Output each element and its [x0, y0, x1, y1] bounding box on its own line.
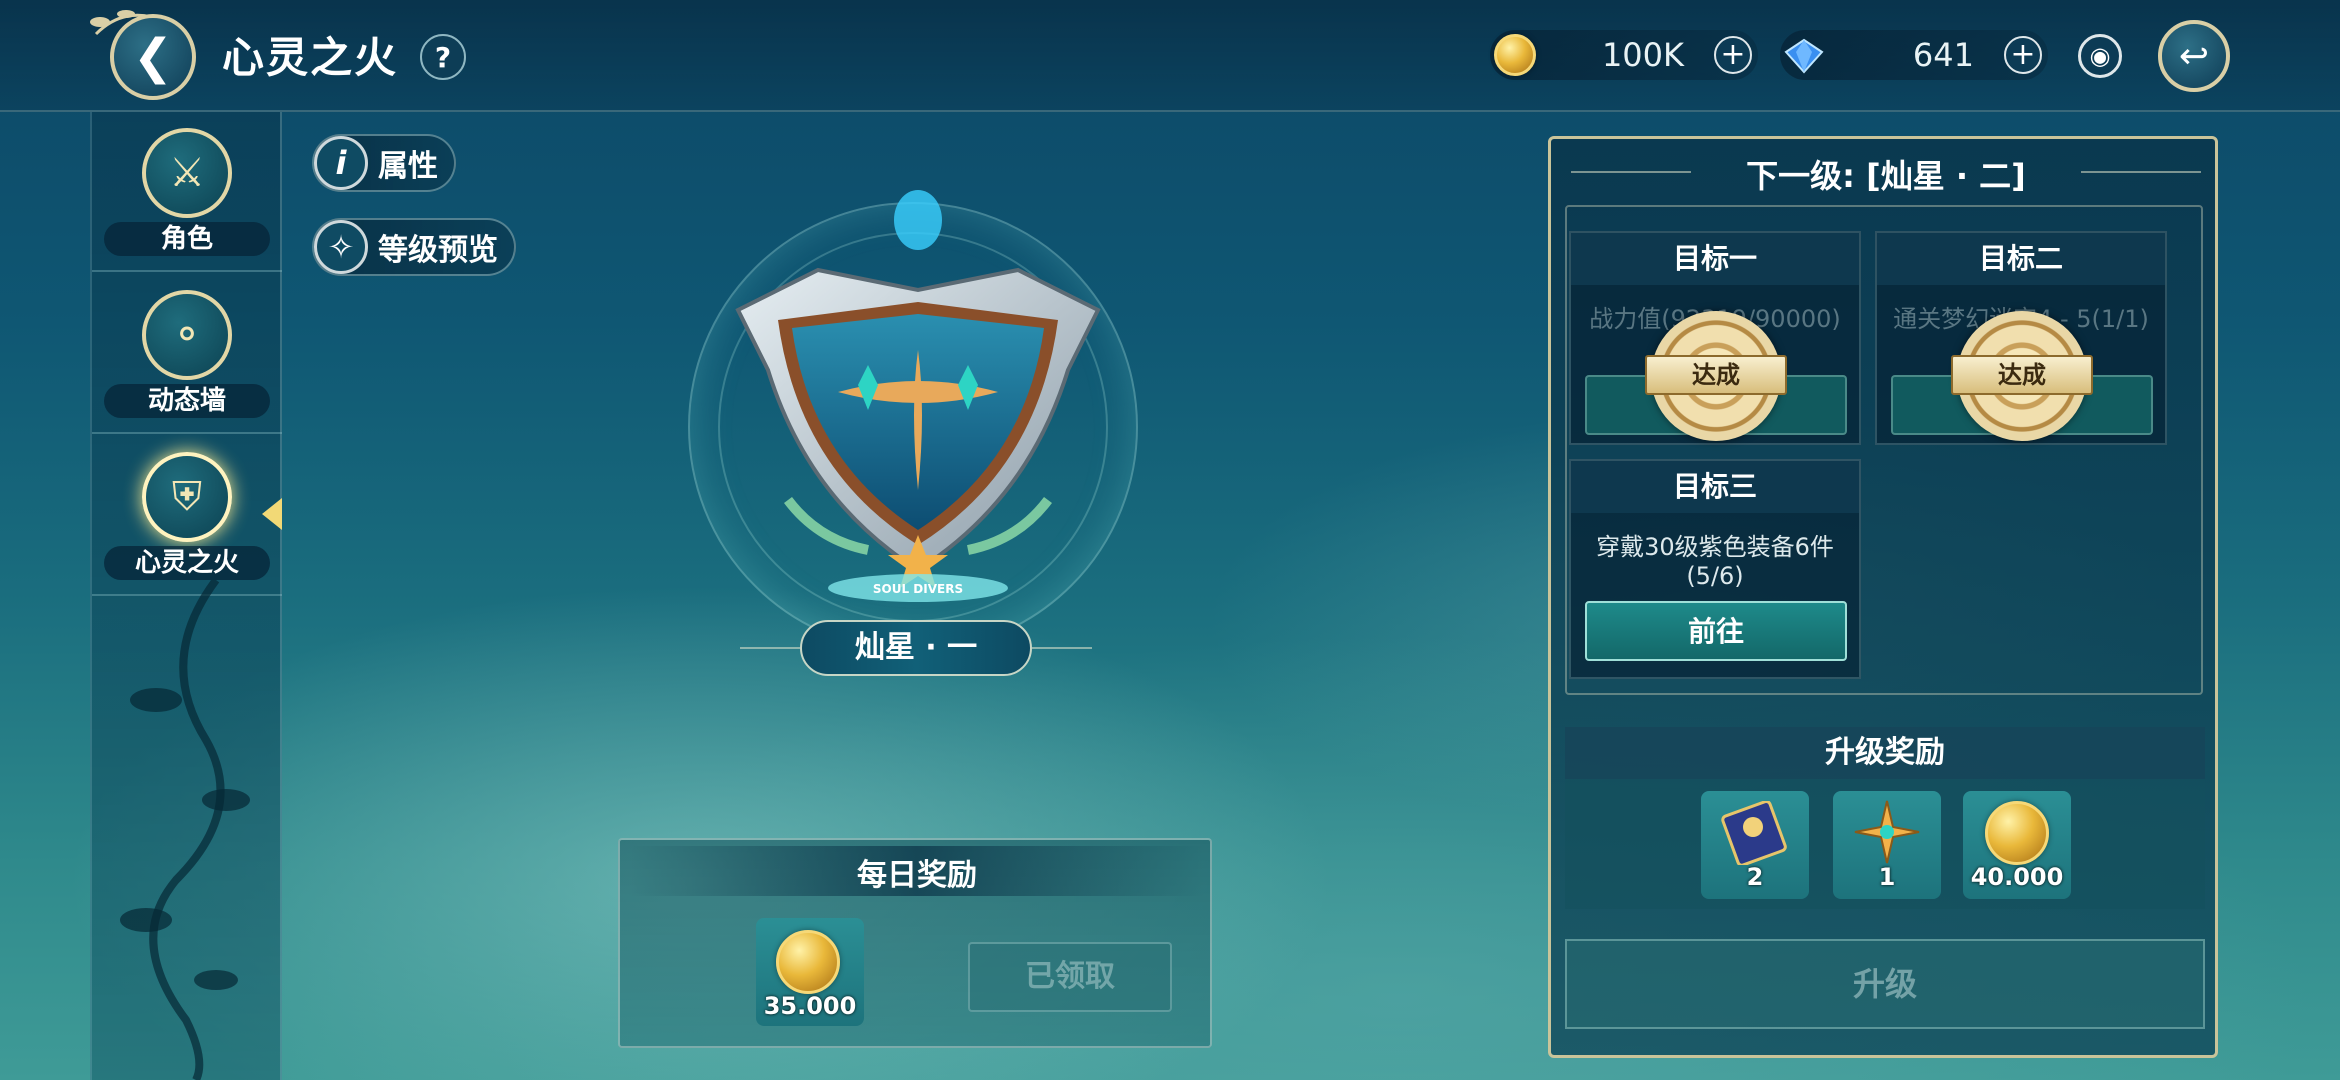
attributes-label: 属性 [378, 149, 438, 184]
goal-title: 目标二 [1877, 233, 2165, 285]
page-title: 心灵之火 [222, 33, 399, 82]
helmet-icon: ⚔ [142, 128, 232, 218]
divider [740, 647, 800, 649]
gem-counter: 641 + [1780, 30, 2048, 80]
upgrade-reward-title: 升级奖励 [1565, 727, 2205, 779]
vine-decoration [120, 580, 250, 1080]
rank-badge-emblem: SOUL DIVERS [735, 190, 1101, 602]
diamond-icon [1784, 38, 1824, 74]
gold-coin-icon [1494, 34, 1536, 76]
reward-item[interactable]: 40.000 [1963, 791, 2071, 899]
gold-amount: 100K [1601, 36, 1684, 74]
back-button[interactable]: ❮ [110, 14, 196, 100]
sidebar-item-label: 角色 [104, 222, 270, 256]
gem-amount: 641 [1912, 36, 1974, 74]
goal-description: 穿戴30级紫色装备6件(5/6) [1596, 533, 1834, 590]
ticket-card-icon [1721, 801, 1787, 865]
sidebar-item-label: 动态墙 [104, 384, 270, 418]
reward-count: 40.000 [1970, 863, 2064, 891]
goal-card: 目标三 穿戴30级紫色装备6件(5/6) 前往 [1569, 459, 1861, 679]
stamp-label: 达成 [1951, 355, 2093, 395]
shield-crest-icon: ⛨ [142, 452, 232, 542]
compass-icon: ✧ [314, 220, 368, 274]
goal-card: 目标二 通关梦幻迷宫4 - 5(1/1) 达成 [1875, 231, 2167, 445]
daily-reward-item[interactable]: 35.000 [756, 918, 864, 1026]
sidebar-item-character[interactable]: ⚔ 角色 [92, 112, 282, 272]
add-gold-button[interactable]: + [1714, 36, 1752, 74]
achieved-stamp-icon: 达成 [1645, 311, 1787, 441]
claimed-button[interactable]: 已领取 [968, 942, 1172, 1012]
sidebar-item-feed[interactable]: ⚬ 动态墙 [92, 274, 282, 434]
level-preview-button[interactable]: ✧ 等级预览 [312, 218, 516, 276]
gold-counter: 100K + [1490, 30, 1758, 80]
next-level-panel: 下一级: [灿星 · 二] 目标一 战力值(92319/90000) 达成 目标… [1548, 136, 2218, 1058]
badge-emblem-text: SOUL DIVERS [873, 582, 963, 596]
next-level-title: 下一级: [灿星 · 二] [1746, 157, 2026, 195]
divider [1032, 647, 1092, 649]
reward-count: 1 [1878, 863, 1896, 891]
goal-title: 目标三 [1571, 461, 1859, 513]
gold-coin-icon [1985, 801, 2049, 865]
goal-title: 目标一 [1571, 233, 1859, 285]
sidebar-item-label: 心灵之火 [104, 546, 270, 580]
record-icon[interactable]: ◉ [2078, 34, 2122, 78]
go-button[interactable]: 前往 [1585, 601, 1847, 661]
daily-reward-title: 每日奖励 [857, 858, 977, 893]
current-rank-label: 灿星 · 一 [800, 620, 1032, 676]
help-button[interactable]: ? [420, 34, 466, 80]
stamp-label: 达成 [1645, 355, 1787, 395]
level-preview-label: 等级预览 [378, 233, 498, 268]
gold-coin-icon [776, 930, 840, 994]
reward-item[interactable]: 2 [1701, 791, 1809, 899]
upgrade-button[interactable]: 升级 [1565, 939, 2205, 1029]
daily-reward-panel: 每日奖励 35.000 已领取 [618, 838, 1212, 1048]
reward-amount: 35.000 [763, 992, 857, 1020]
info-icon: i [314, 136, 368, 190]
back-arrow-icon: ❮ [132, 29, 174, 85]
sidebar-item-soul-fire[interactable]: ⛨ 心灵之火 [92, 436, 282, 596]
achieved-stamp-icon: 达成 [1951, 311, 2093, 441]
goal-card: 目标一 战力值(92319/90000) 达成 [1569, 231, 1861, 445]
add-gem-button[interactable]: + [2004, 36, 2042, 74]
active-indicator-arrow [262, 498, 282, 530]
attributes-button[interactable]: i 属性 [312, 134, 456, 192]
star-compass-icon [1854, 800, 1920, 864]
reward-item[interactable]: 1 [1833, 791, 1941, 899]
exit-button[interactable]: ↩ [2158, 20, 2230, 92]
reward-count: 2 [1746, 863, 1764, 891]
chat-bubble-icon: ⚬ [142, 290, 232, 380]
exit-door-icon: ↩ [2178, 35, 2210, 77]
